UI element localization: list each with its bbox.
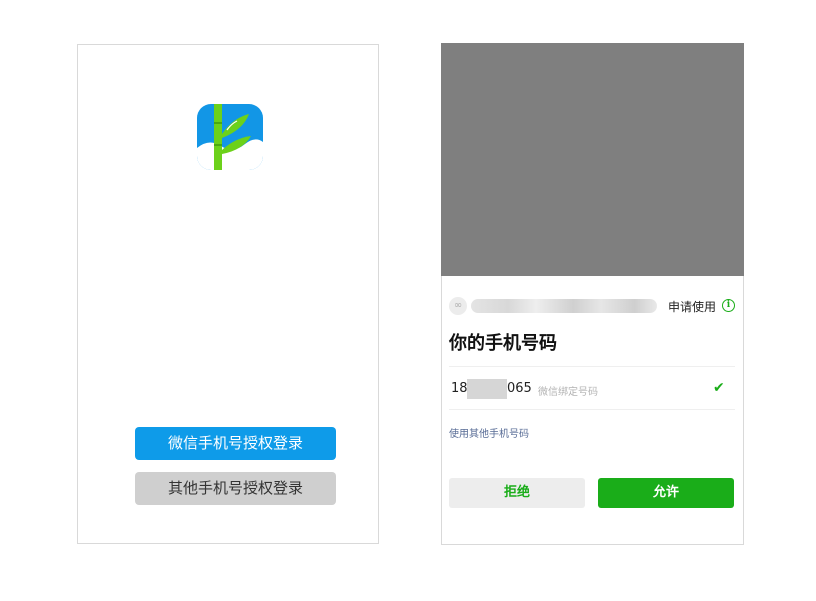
login-screen: 微信手机号授权登录 其他手机号授权登录 xyxy=(77,44,379,544)
auth-sheet: ∞ 申请使用 i 你的手机号码 18 065 微信绑定号码 ✔ 使用其他手机号码… xyxy=(442,276,743,544)
phone-hint: 微信绑定号码 xyxy=(538,387,598,398)
bamboo-logo-icon xyxy=(197,104,263,170)
divider xyxy=(449,366,735,367)
requesting-app-row: ∞ 申请使用 i xyxy=(449,296,736,316)
use-other-phone-link[interactable]: 使用其他手机号码 xyxy=(449,425,529,440)
auth-screen: ∞ 申请使用 i 你的手机号码 18 065 微信绑定号码 ✔ 使用其他手机号码… xyxy=(441,43,744,545)
phone-number-mask xyxy=(467,379,507,399)
other-phone-login-button[interactable]: 其他手机号授权登录 xyxy=(135,472,336,505)
phone-suffix: 065 xyxy=(507,381,532,396)
sheet-title: 你的手机号码 xyxy=(449,333,557,354)
info-icon[interactable]: i xyxy=(722,299,735,312)
allow-button[interactable]: 允许 xyxy=(598,478,734,508)
dim-overlay xyxy=(441,43,744,276)
app-avatar-icon: ∞ xyxy=(449,297,467,315)
phone-option-row[interactable]: 18 065 微信绑定号码 ✔ xyxy=(449,378,735,400)
divider xyxy=(449,409,735,410)
apply-label: 申请使用 xyxy=(668,300,717,314)
wechat-phone-login-button[interactable]: 微信手机号授权登录 xyxy=(135,427,336,460)
blurred-app-name xyxy=(471,299,657,313)
reject-button[interactable]: 拒绝 xyxy=(449,478,585,508)
phone-prefix: 18 xyxy=(451,381,468,396)
check-icon: ✔ xyxy=(713,380,725,396)
